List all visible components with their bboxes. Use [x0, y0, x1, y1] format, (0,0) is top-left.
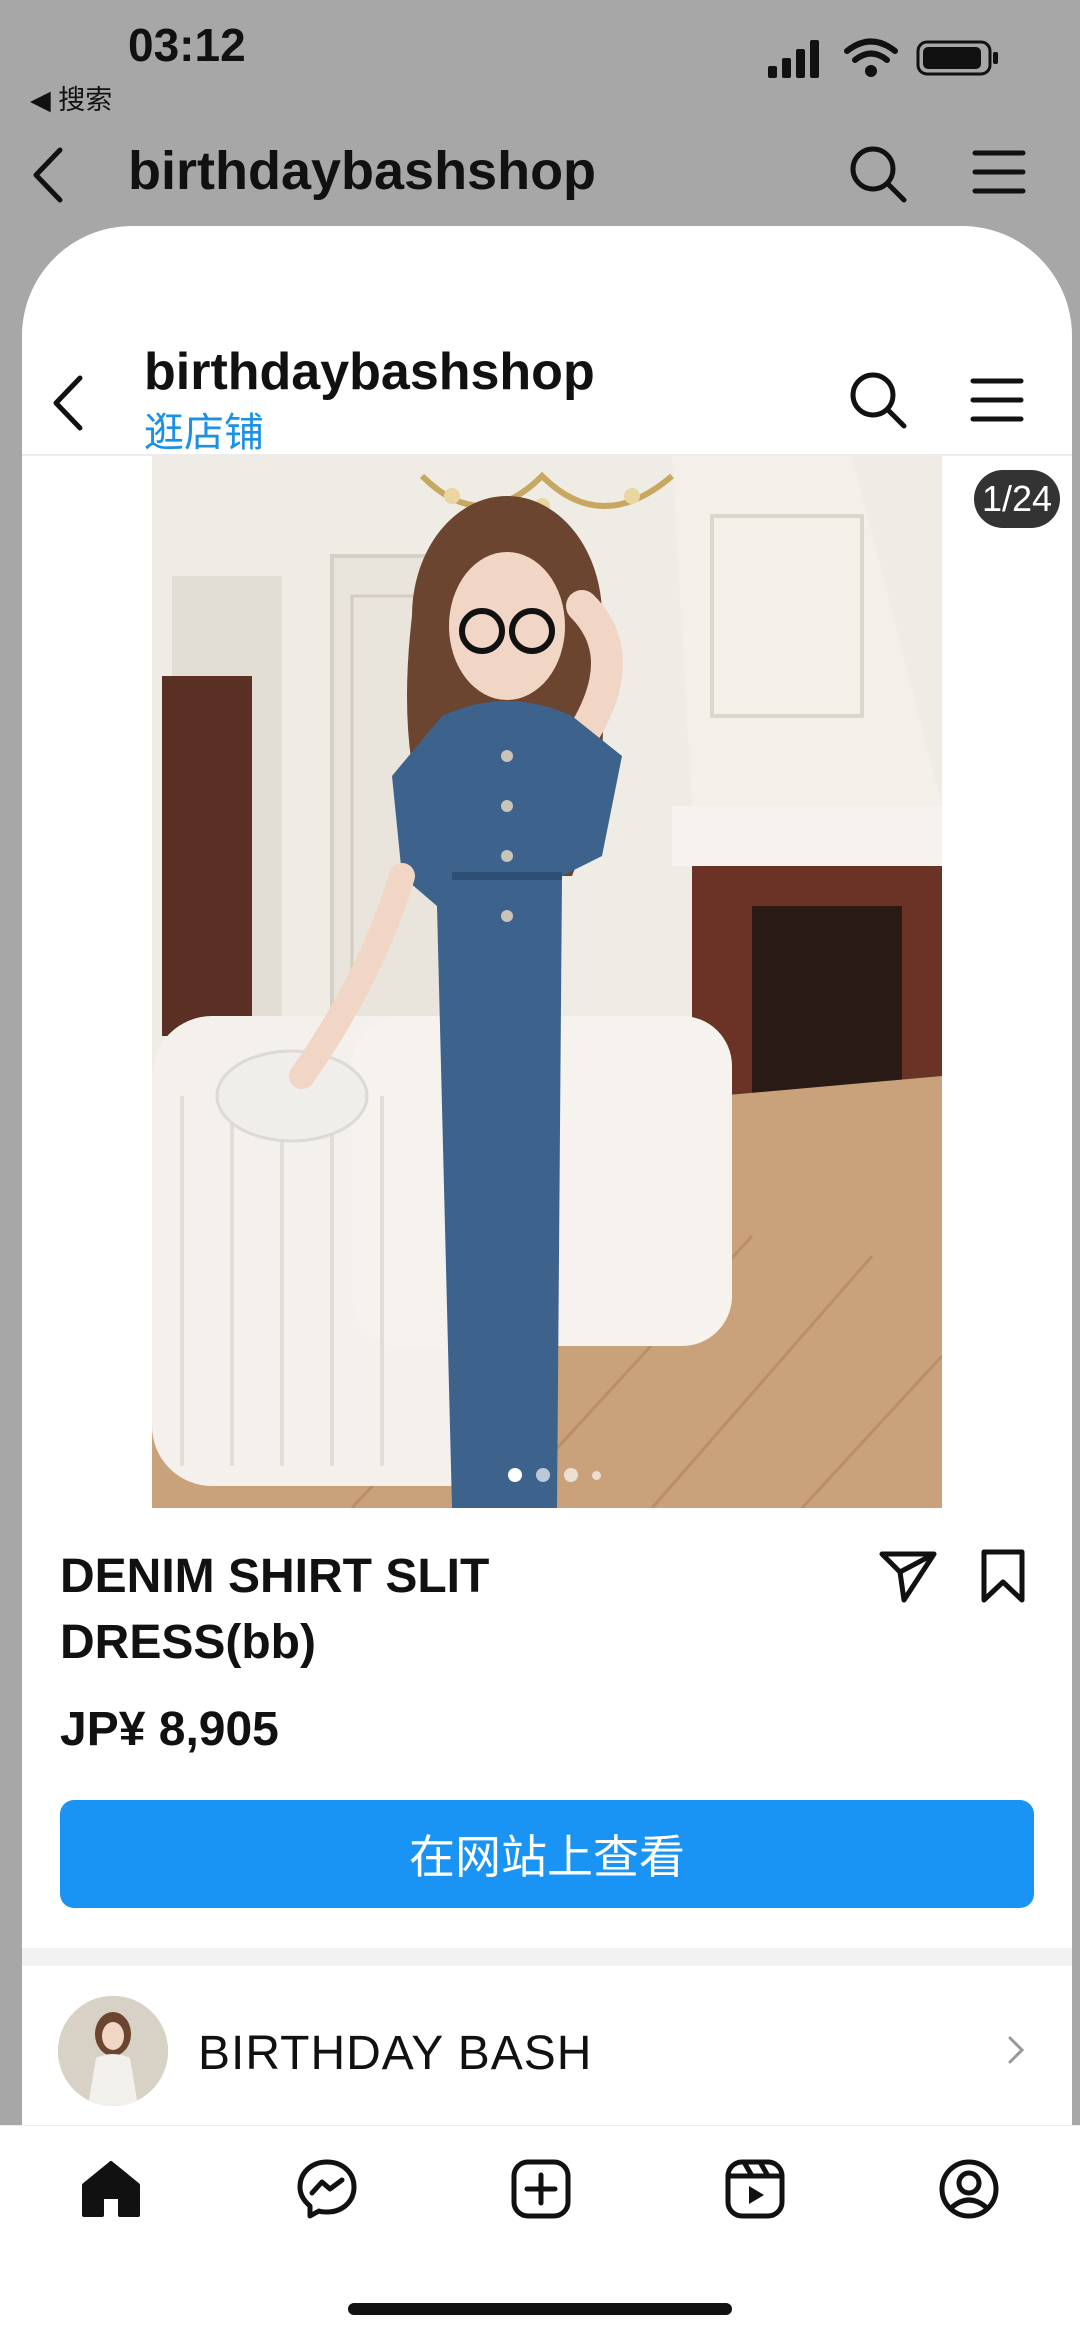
carousel-dot-active [508, 1468, 522, 1482]
shop-sheet: birthdaybashshop 逛店铺 1/24 DENIM SHIRT SL… [22, 226, 1072, 2337]
image-counter: 1/24 [974, 470, 1060, 528]
create-icon [511, 2159, 571, 2219]
reels-icon [725, 2159, 785, 2219]
bookmark-icon[interactable] [980, 1548, 1026, 1604]
wifi-icon [844, 38, 898, 77]
product-title-line2: DRESS(bb) [60, 1616, 316, 1669]
back-to-search-link[interactable]: ◀ 搜索 [30, 78, 112, 117]
home-indicator[interactable] [348, 2303, 732, 2315]
shop-name[interactable]: birthdaybashshop [144, 342, 595, 402]
nav-profile[interactable] [934, 2154, 1004, 2224]
carousel-dots [508, 1468, 601, 1482]
view-on-website-button[interactable]: 在网站上查看 [60, 1800, 1034, 1908]
messenger-icon [297, 2159, 357, 2219]
visit-shop-link[interactable]: 逛店铺 [144, 400, 264, 458]
brand-name[interactable]: BIRTHDAY BASH [198, 2026, 592, 2081]
bg-search-icon[interactable] [848, 144, 908, 204]
share-icon[interactable] [878, 1548, 938, 1604]
product-title-line1: DENIM SHIRT SLIT [60, 1550, 490, 1603]
profile-icon [939, 2159, 999, 2219]
nav-create[interactable] [506, 2154, 576, 2224]
menu-icon[interactable] [970, 376, 1024, 424]
status-icons [766, 38, 1000, 78]
bg-menu-icon[interactable] [972, 148, 1026, 196]
product-price: JP¥ 8,905 [60, 1703, 279, 1756]
signal-icon [768, 40, 819, 78]
nav-messenger[interactable] [292, 2154, 362, 2224]
product-title: DENIM SHIRT SLIT DRESS(bb) [60, 1544, 620, 1676]
search-icon[interactable] [848, 370, 908, 430]
carousel-dot [564, 1468, 578, 1482]
nav-reels[interactable] [720, 2154, 790, 2224]
status-time: 03:12 [128, 19, 246, 71]
product-image[interactable] [152, 456, 942, 1508]
bg-header-title: birthdaybashshop [128, 141, 597, 201]
product-photo-illustration [152, 456, 942, 1508]
chevron-right-icon[interactable] [1006, 2034, 1026, 2066]
bg-back-icon[interactable] [28, 146, 68, 204]
battery-icon [916, 40, 998, 76]
home-icon [82, 2161, 140, 2217]
carousel-dot [536, 1468, 550, 1482]
nav-home[interactable] [76, 2154, 146, 2224]
back-icon[interactable] [48, 374, 88, 432]
avatar-illustration [58, 1996, 168, 2106]
section-divider [22, 1948, 1072, 1966]
avatar[interactable] [58, 1996, 168, 2106]
carousel-dot [592, 1470, 601, 1480]
